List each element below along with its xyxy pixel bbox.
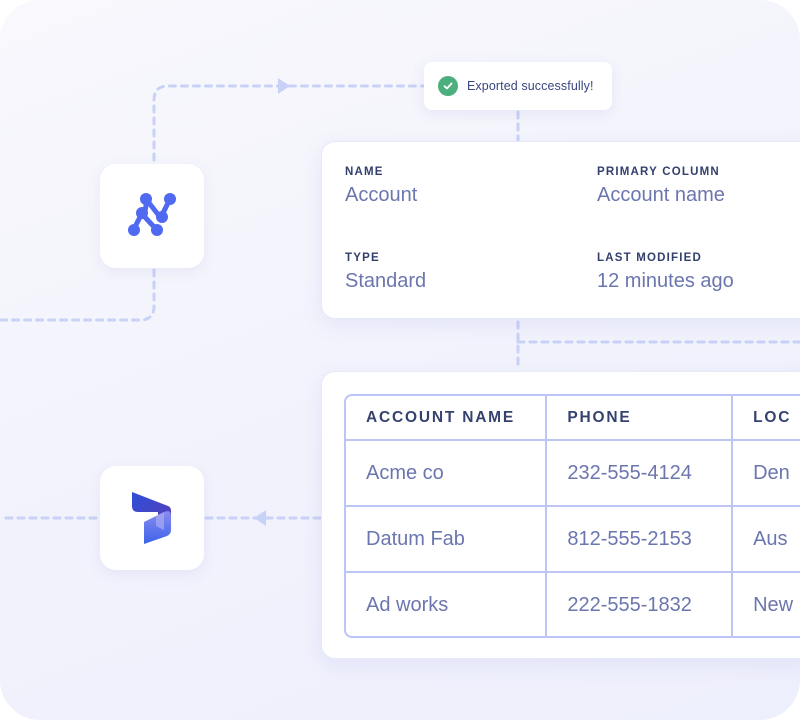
cell-phone: 812-555-2153 [546, 506, 734, 573]
cell-location: Den [732, 440, 800, 507]
dynamics-logo-icon [132, 492, 171, 544]
cell-location: Aus [732, 506, 800, 573]
column-header-account-name[interactable]: Account name [346, 396, 548, 441]
integration-tile-network[interactable] [100, 164, 204, 268]
table-header-row: Account name Phone Loc [346, 396, 800, 441]
table-row[interactable]: Acme co 232-555-4124 Den [346, 440, 800, 507]
arrow-right-icon [278, 78, 290, 94]
field-label: Primary column [597, 166, 720, 178]
field-value: Account name [597, 184, 725, 206]
check-circle-icon [438, 76, 458, 96]
connector-left-upper [0, 268, 156, 322]
field-label: Last modified [597, 252, 703, 264]
field-value: 12 minutes ago [597, 270, 734, 292]
field-value: Standard [345, 270, 427, 292]
export-success-toast: Exported successfully! [424, 62, 612, 110]
field-type: Type Standard [345, 252, 426, 293]
cell-account-name: Ad works [346, 572, 548, 636]
table-row[interactable]: Datum Fab 812-555-2153 Aus [346, 506, 800, 573]
integration-tile-dynamics[interactable] [100, 466, 204, 570]
field-last-modified: Last modified 12 minutes ago [597, 252, 734, 293]
field-value: Account [345, 184, 418, 206]
accounts-table-wrapper: Account name Phone Loc Acme co 232-555-4… [344, 394, 800, 638]
field-primary-column: Primary column Account name [597, 166, 725, 207]
cell-phone: 232-555-4124 [546, 440, 734, 507]
cell-phone: 222-555-1832 [546, 572, 734, 636]
field-name: Name Account [345, 166, 417, 207]
canvas-background: Exported successfully! Name Account Prim… [0, 0, 800, 720]
cell-account-name: Acme co [346, 440, 548, 507]
accounts-table: Account name Phone Loc Acme co 232-555-4… [346, 396, 800, 636]
cell-account-name: Datum Fab [346, 506, 548, 573]
field-label: Type [345, 252, 380, 264]
network-nodes-icon [128, 193, 176, 236]
toast-message: Exported successfully! [467, 79, 594, 93]
arrow-left-icon [254, 510, 266, 526]
field-label: Name [345, 166, 384, 178]
accounts-table-card: Account name Phone Loc Acme co 232-555-4… [321, 371, 800, 659]
table-details-card: Name Account Primary column Account name… [321, 141, 800, 319]
column-header-location[interactable]: Loc [732, 396, 800, 441]
column-header-phone[interactable]: Phone [546, 396, 734, 441]
cell-location: New [732, 572, 800, 636]
table-row[interactable]: Ad works 222-555-1832 New [346, 572, 800, 636]
